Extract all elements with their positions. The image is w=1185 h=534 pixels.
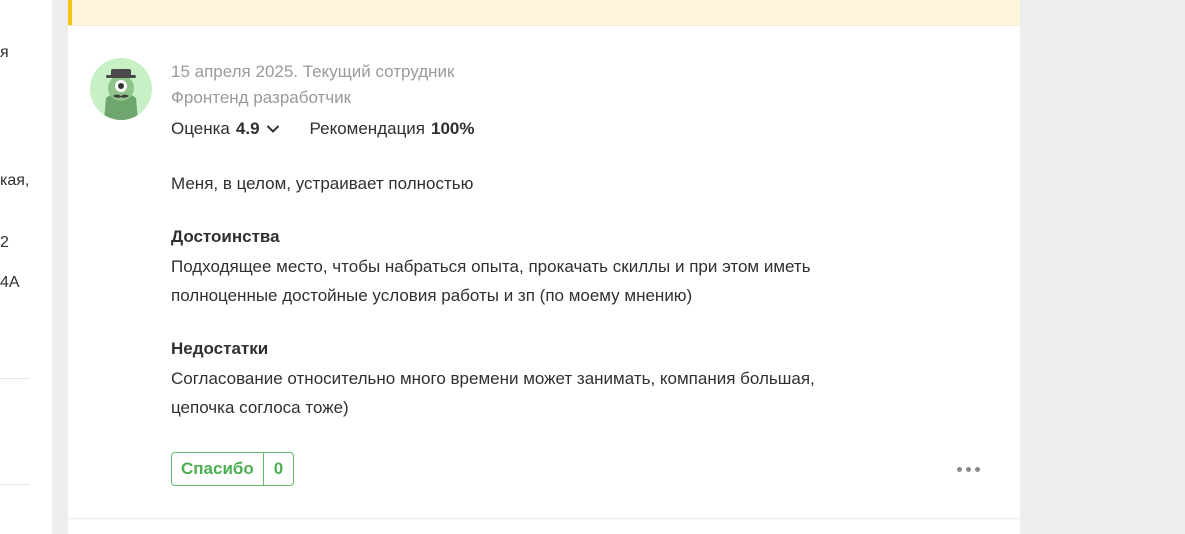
more-dots-icon[interactable]: [957, 462, 983, 476]
thanks-button[interactable]: Спасибо 0: [171, 452, 295, 486]
spy-monster-avatar-icon: [104, 69, 138, 120]
chevron-down-icon[interactable]: [266, 124, 280, 134]
left-sidebar: я кая, 2 4А: [0, 0, 52, 534]
review-stats: Оценка 4.9 Рекомендация 100%: [171, 119, 475, 139]
sidebar-divider: [0, 378, 30, 379]
cons-title: Недостатки: [171, 339, 269, 358]
banner-accent-bar: [68, 0, 72, 25]
recommendation-label: Рекомендация: [309, 119, 426, 138]
review-card: 15 апреля 2025. Текущий сотрудник Фронте…: [68, 0, 1020, 534]
sidebar-text-fragment: кая,: [0, 172, 30, 189]
page-gutter: [52, 0, 68, 534]
sidebar-text-fragment: я: [0, 44, 9, 61]
user-avatar: [90, 58, 152, 120]
recommendation-value: 100%: [431, 119, 475, 138]
thanks-label: Спасибо: [172, 453, 264, 485]
cons-text: Согласование относительно много времени …: [171, 369, 815, 417]
pros-title: Достоинства: [171, 227, 280, 246]
sidebar-text-fragment: 2: [0, 234, 9, 251]
right-background: [1020, 0, 1185, 534]
review-date: 15 апреля 2025. Текущий сотрудник: [171, 62, 455, 81]
sidebar-text-fragment: 4А: [0, 274, 20, 291]
rating-label: Оценка: [171, 119, 230, 138]
thanks-count: 0: [273, 459, 284, 478]
sidebar-divider: [0, 484, 30, 485]
pros-text: Подходящее место, чтобы набраться опыта,…: [171, 257, 811, 305]
notice-banner: [68, 0, 1020, 26]
card-divider: [68, 518, 1020, 519]
rating-value: 4.9: [235, 119, 260, 138]
reviewer-position: Фронтенд разработчик: [171, 88, 352, 107]
review-summary: Меня, в целом, устраивает полностью: [171, 174, 474, 193]
